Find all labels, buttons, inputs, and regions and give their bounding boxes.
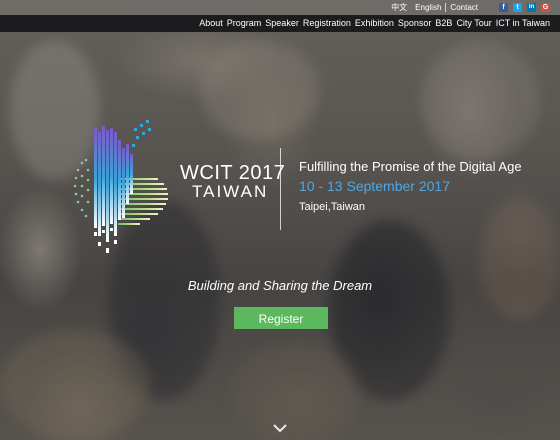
register-button[interactable]: Register	[234, 307, 328, 329]
nav-item-about[interactable]: About	[199, 18, 223, 28]
linkedin-icon[interactable]: in	[527, 3, 536, 12]
nav-item-ict-in-taiwan[interactable]: ICT in Taiwan	[496, 18, 550, 28]
google-plus-icon[interactable]: G	[541, 3, 550, 12]
brand-subtitle: TAIWAN	[192, 182, 269, 201]
nav-item-b2b[interactable]: B2B	[435, 18, 452, 28]
chevron-down-icon[interactable]	[272, 422, 288, 434]
nav-item-exhibition[interactable]: Exhibition	[355, 18, 394, 28]
hero-slogan: Building and Sharing the Dream	[187, 278, 373, 293]
main-nav: About Program Speaker Registration Exhib…	[0, 15, 560, 32]
wcit-logo-icon	[73, 120, 168, 253]
nav-item-program[interactable]: Program	[227, 18, 262, 28]
lang-chinese-link[interactable]: 中文	[387, 2, 411, 13]
nav-item-sponsor[interactable]: Sponsor	[398, 18, 432, 28]
social-links: f t in G	[499, 3, 550, 12]
facebook-icon[interactable]: f	[499, 3, 508, 12]
top-utility-bar: 中文 English Contact f t in G	[0, 0, 560, 15]
nav-item-city-tour[interactable]: City Tour	[456, 18, 491, 28]
event-dates: 10 - 13 September 2017	[299, 178, 450, 194]
brand-wordmark: WCIT 2017 TAIWAN	[180, 162, 285, 202]
utility-links: 中文 English Contact	[387, 2, 482, 13]
nav-item-speaker[interactable]: Speaker	[265, 18, 299, 28]
contact-link[interactable]: Contact	[446, 3, 482, 12]
hero-divider	[280, 148, 281, 230]
twitter-icon[interactable]: t	[513, 3, 522, 12]
lang-english-link[interactable]: English	[411, 3, 445, 12]
nav-item-registration[interactable]: Registration	[303, 18, 351, 28]
hero-tagline: Fulfilling the Promise of the Digital Ag…	[299, 159, 522, 174]
event-location: Taipei,Taiwan	[299, 201, 366, 213]
